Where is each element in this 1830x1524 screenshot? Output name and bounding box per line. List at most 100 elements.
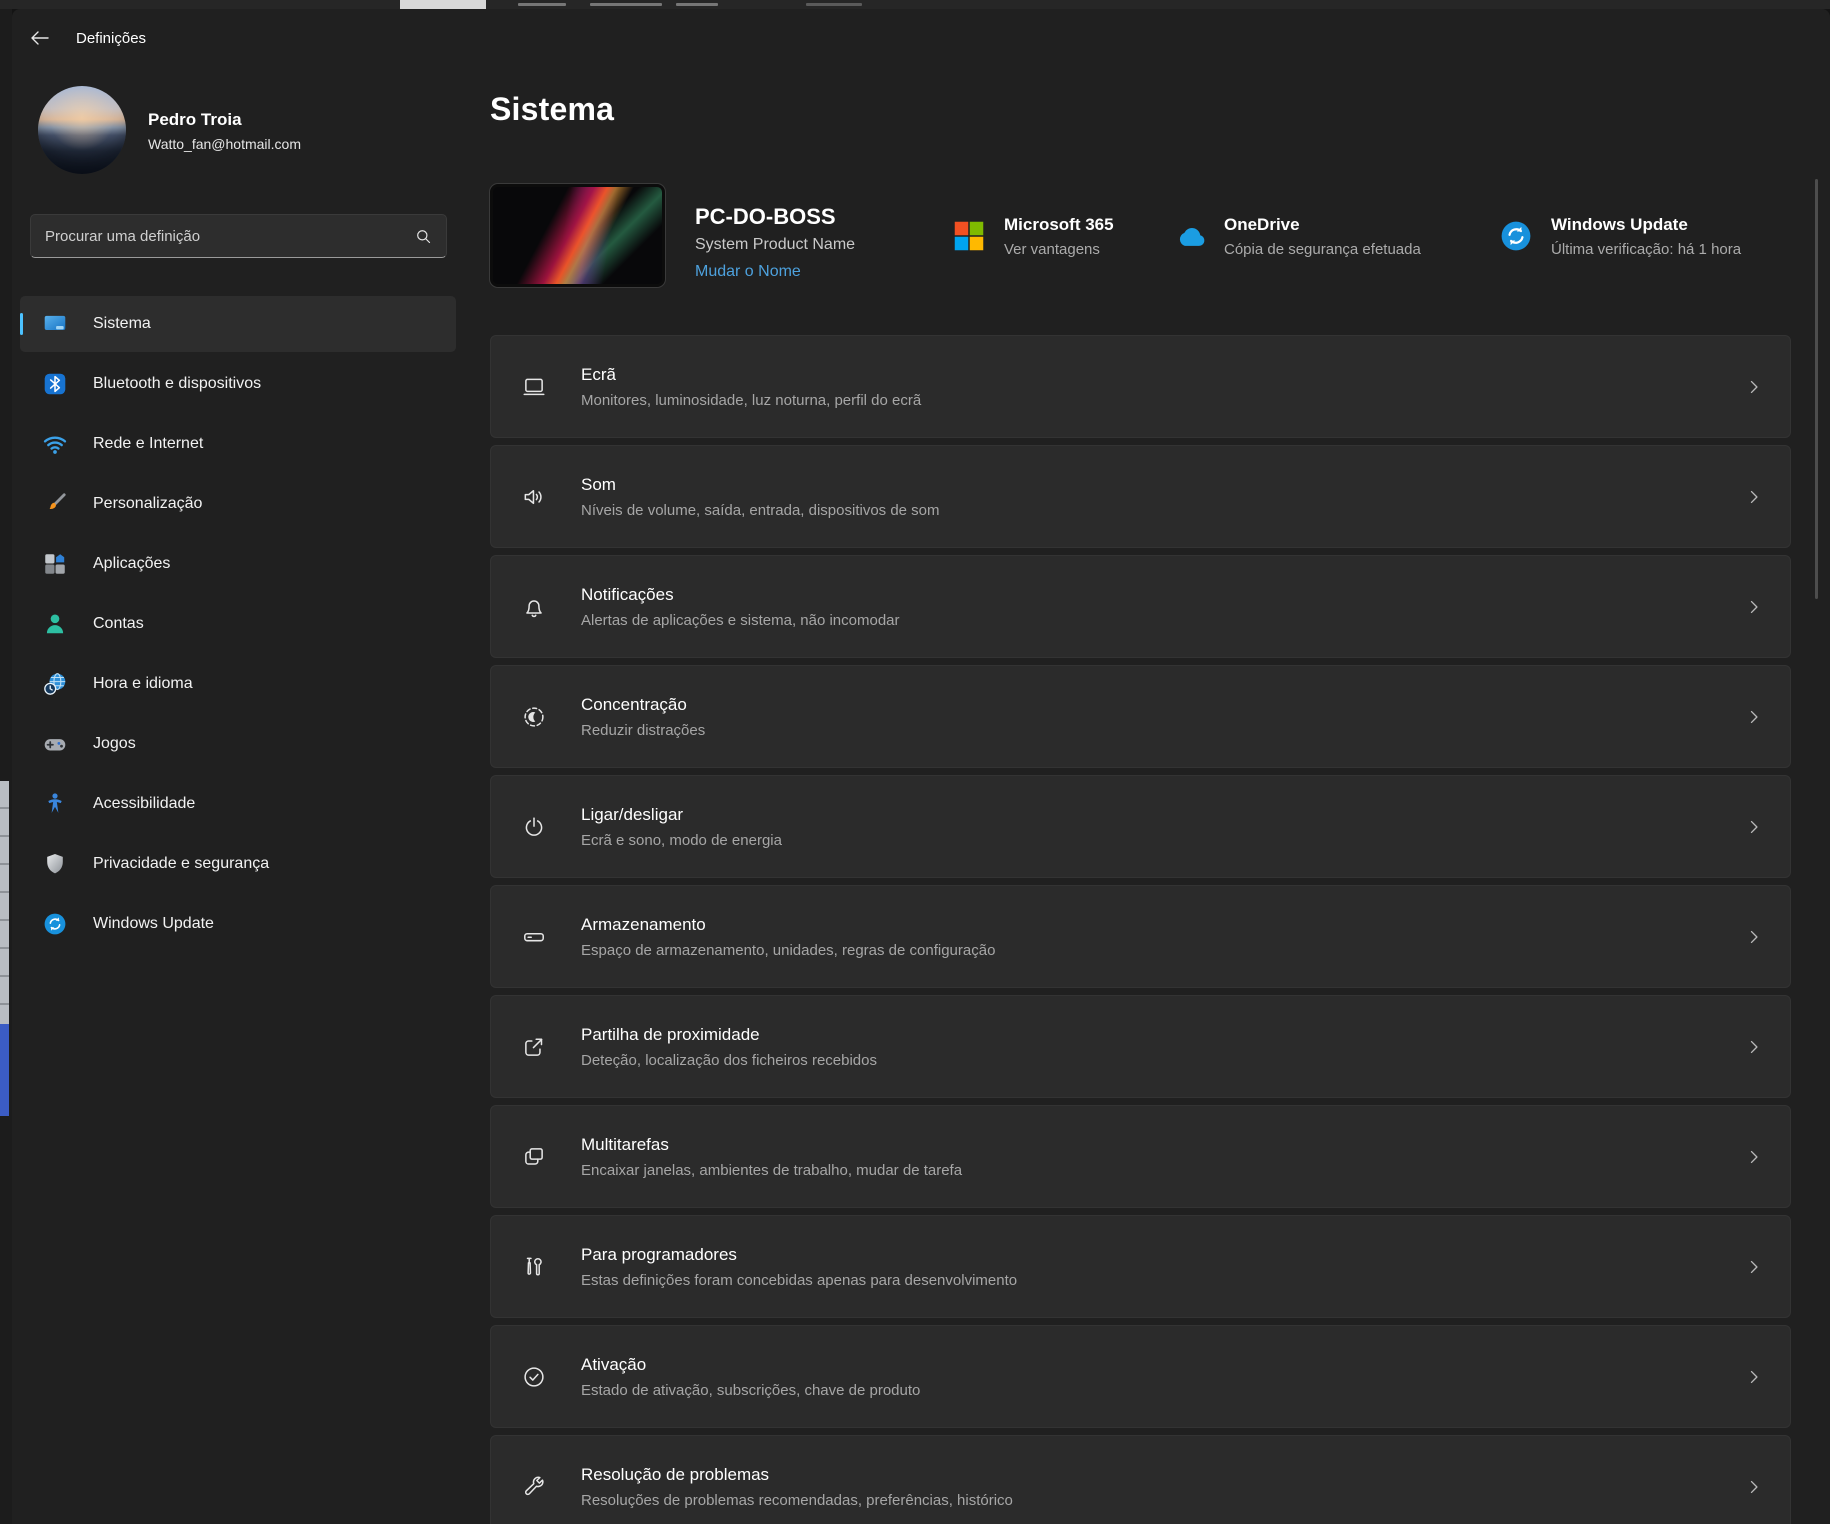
sidebar-item-label: Sistema bbox=[93, 315, 151, 333]
sidebar-item-label: Hora e idioma bbox=[93, 675, 193, 693]
sidebar-item-label: Rede e Internet bbox=[93, 435, 203, 453]
storage-icon bbox=[521, 924, 547, 950]
settings-row[interactable]: Concentração Reduzir distrações bbox=[490, 665, 1791, 768]
time-language-icon bbox=[42, 671, 68, 697]
background-scrollbar-highlight bbox=[0, 1024, 9, 1116]
settings-row[interactable]: Para programadores Estas definições fora… bbox=[490, 1215, 1791, 1318]
settings-row[interactable]: Multitarefas Encaixar janelas, ambientes… bbox=[490, 1105, 1791, 1208]
sidebar-item[interactable]: Acessibilidade bbox=[20, 776, 456, 832]
settings-window: Definições Pedro Troia Watto_fan@hotmail… bbox=[12, 9, 1830, 1524]
settings-row-subtitle: Reduzir distrações bbox=[581, 722, 1744, 739]
onedrive-icon bbox=[1171, 218, 1207, 254]
settings-row-subtitle: Estas definições foram concebidas apenas… bbox=[581, 1272, 1744, 1289]
sidebar-item[interactable]: Contas bbox=[20, 596, 456, 652]
settings-row-subtitle: Monitores, luminosidade, luz noturna, pe… bbox=[581, 392, 1744, 409]
settings-row-subtitle: Alertas de aplicações e sistema, não inc… bbox=[581, 612, 1744, 629]
chevron-right-icon bbox=[1744, 817, 1764, 837]
back-arrow-icon[interactable] bbox=[28, 26, 52, 50]
sidebar-item[interactable]: Windows Update bbox=[20, 896, 456, 952]
chevron-right-icon bbox=[1744, 1257, 1764, 1277]
chevron-right-icon bbox=[1744, 927, 1764, 947]
search-icon[interactable] bbox=[414, 227, 433, 246]
settings-row-subtitle: Deteção, localização dos ficheiros receb… bbox=[581, 1052, 1744, 1069]
settings-row-title: Partilha de proximidade bbox=[581, 1025, 1744, 1045]
sidebar-item-label: Privacidade e segurança bbox=[93, 855, 269, 873]
settings-row-title: Multitarefas bbox=[581, 1135, 1744, 1155]
background-text-smudge bbox=[590, 3, 662, 6]
power-icon bbox=[521, 814, 547, 840]
settings-row-subtitle: Espaço de armazenamento, unidades, regra… bbox=[581, 942, 1744, 959]
gaming-icon bbox=[42, 731, 68, 757]
system-icon bbox=[42, 311, 68, 337]
sidebar-item-label: Aplicações bbox=[93, 555, 170, 573]
chevron-right-icon bbox=[1744, 377, 1764, 397]
settings-row-title: Ativação bbox=[581, 1355, 1744, 1375]
update-badge-icon bbox=[1498, 218, 1534, 254]
privacy-icon bbox=[42, 851, 68, 877]
chevron-right-icon bbox=[1744, 1477, 1764, 1497]
status-card[interactable]: Windows Update Última verificação: há 1 … bbox=[1498, 207, 1741, 265]
troubleshoot-icon bbox=[521, 1474, 547, 1500]
sidebar-item-label: Windows Update bbox=[93, 915, 214, 933]
settings-row[interactable]: Som Níveis de volume, saída, entrada, di… bbox=[490, 445, 1791, 548]
window-controls bbox=[1656, 9, 1830, 53]
sidebar-item[interactable]: Hora e idioma bbox=[20, 656, 456, 712]
settings-row-title: Notificações bbox=[581, 585, 1744, 605]
status-card[interactable]: Microsoft 365 Ver vantagens bbox=[951, 207, 1114, 265]
background-tab bbox=[400, 0, 486, 9]
settings-list: Ecrã Monitores, luminosidade, luz noturn… bbox=[490, 335, 1791, 1524]
window-title: Definições bbox=[76, 30, 146, 47]
status-card[interactable]: OneDrive Cópia de segurança efetuada bbox=[1171, 207, 1421, 265]
sidebar-item[interactable]: Sistema bbox=[20, 296, 456, 352]
background-text-smudge bbox=[676, 3, 718, 6]
settings-row[interactable]: Resolução de problemas Resoluções de pro… bbox=[490, 1435, 1791, 1524]
sidebar: Sistema Bluetooth e dispositivos Rede e … bbox=[20, 296, 456, 952]
settings-row[interactable]: Ativação Estado de ativação, subscrições… bbox=[490, 1325, 1791, 1428]
profile-section[interactable]: Pedro Troia Watto_fan@hotmail.com bbox=[26, 86, 446, 178]
sidebar-item[interactable]: Aplicações bbox=[20, 536, 456, 592]
sidebar-item[interactable]: Rede e Internet bbox=[20, 416, 456, 472]
notifications-icon bbox=[521, 594, 547, 620]
settings-row-subtitle: Estado de ativação, subscrições, chave d… bbox=[581, 1382, 1744, 1399]
sidebar-item[interactable]: Bluetooth e dispositivos bbox=[20, 356, 456, 412]
device-model: System Product Name bbox=[695, 236, 855, 254]
sidebar-item[interactable]: Jogos bbox=[20, 716, 456, 772]
microsoft-logo bbox=[951, 218, 987, 254]
accounts-icon bbox=[42, 611, 68, 637]
background-text-smudge bbox=[806, 3, 862, 6]
settings-row-title: Ligar/desligar bbox=[581, 805, 1744, 825]
settings-row[interactable]: Ecrã Monitores, luminosidade, luz noturn… bbox=[490, 335, 1791, 438]
settings-row[interactable]: Armazenamento Espaço de armazenamento, u… bbox=[490, 885, 1791, 988]
chevron-right-icon bbox=[1744, 597, 1764, 617]
settings-row-title: Ecrã bbox=[581, 365, 1744, 385]
chevron-right-icon bbox=[1744, 1037, 1764, 1057]
sound-icon bbox=[521, 484, 547, 510]
settings-row[interactable]: Ligar/desligar Ecrã e sono, modo de ener… bbox=[490, 775, 1791, 878]
status-card-title: OneDrive bbox=[1224, 215, 1421, 235]
chevron-right-icon bbox=[1744, 707, 1764, 727]
settings-row[interactable]: Partilha de proximidade Deteção, localiz… bbox=[490, 995, 1791, 1098]
focus-icon bbox=[521, 704, 547, 730]
search-input[interactable] bbox=[31, 215, 446, 257]
sidebar-item[interactable]: Personalização bbox=[20, 476, 456, 532]
bluetooth-icon bbox=[42, 371, 68, 397]
sidebar-item-label: Contas bbox=[93, 615, 144, 633]
settings-row[interactable]: Notificações Alertas de aplicações e sis… bbox=[490, 555, 1791, 658]
profile-email: Watto_fan@hotmail.com bbox=[148, 136, 301, 152]
background-scrollbar bbox=[0, 781, 9, 1024]
sidebar-item-label: Jogos bbox=[93, 735, 136, 753]
profile-name: Pedro Troia bbox=[148, 110, 242, 130]
rename-device-link[interactable]: Mudar o Nome bbox=[695, 263, 801, 281]
settings-row-subtitle: Níveis de volume, saída, entrada, dispos… bbox=[581, 502, 1744, 519]
background-text-smudge bbox=[518, 3, 566, 6]
status-card-subtitle: Ver vantagens bbox=[1004, 241, 1114, 258]
settings-row-title: Concentração bbox=[581, 695, 1744, 715]
sidebar-item[interactable]: Privacidade e segurança bbox=[20, 836, 456, 892]
display-icon bbox=[521, 374, 547, 400]
background-window-top-edge bbox=[0, 0, 1830, 9]
personalization-icon bbox=[42, 491, 68, 517]
scrollbar[interactable] bbox=[1815, 179, 1818, 599]
settings-row-title: Armazenamento bbox=[581, 915, 1744, 935]
status-card-title: Windows Update bbox=[1551, 215, 1741, 235]
settings-row-subtitle: Resoluções de problemas recomendadas, pr… bbox=[581, 1492, 1744, 1509]
